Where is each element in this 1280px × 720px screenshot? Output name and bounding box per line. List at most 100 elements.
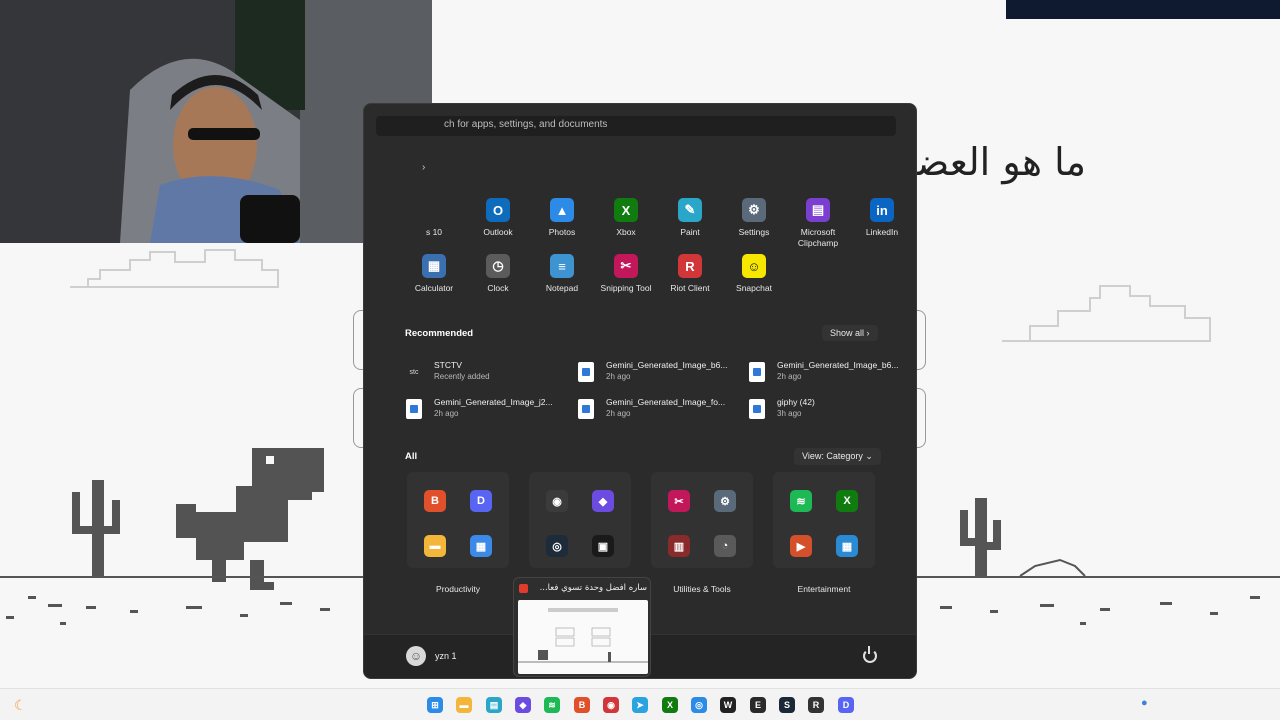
moon-icon[interactable]: ☾	[14, 697, 27, 714]
pinned-app-label: LinkedIn	[865, 227, 899, 237]
wolf-app-icon[interactable]: W	[720, 697, 736, 713]
pinned-app-notepad[interactable]: ≡ Notepad	[530, 254, 594, 294]
pinned-app-label: Xbox	[616, 227, 636, 237]
file-explorer-icon: ▬	[424, 535, 446, 557]
recommended-item-time: 2h ago	[606, 372, 631, 381]
preview-window-title: ساره افضل وحدة تسوي فعا...	[539, 583, 647, 593]
game-bar-icon: ▦	[836, 535, 858, 557]
clock-icon: ◷	[486, 254, 510, 278]
photos-icon: ▲	[550, 198, 574, 222]
recommended-item-name: Gemini_Generated_Image_fo...	[606, 397, 726, 407]
discord-taskbar-icon[interactable]: D	[838, 697, 854, 713]
cactus-right	[960, 498, 1001, 578]
start-search-box[interactable]: ch for apps, settings, and documents	[376, 116, 896, 136]
pinned-app-riot-client[interactable]: R Riot Client	[658, 254, 722, 294]
recommended-item-time: 3h ago	[777, 409, 802, 418]
google-apps-icon: ▦	[470, 535, 492, 557]
recommended-item-name: STCTV	[434, 360, 462, 370]
linkedin-icon: in	[870, 198, 894, 222]
obs-icon: ◉	[546, 490, 568, 512]
pinned-app-snipping-tool[interactable]: ✂ Snipping Tool	[594, 254, 658, 294]
pinned-app-photos[interactable]: ▲ Photos	[530, 198, 594, 238]
power-icon[interactable]	[863, 646, 877, 663]
winrar-icon: ▥	[668, 535, 690, 557]
recommended-item-time: 2h ago	[777, 372, 802, 381]
category-folder-label: Utilities & Tools	[673, 584, 731, 594]
snipping-icon: ✂	[668, 490, 690, 512]
file-explorer-taskbar-icon[interactable]: ▬	[456, 697, 472, 713]
recommended-item[interactable]: stc STCTV Recently added	[406, 358, 566, 386]
paint-icon: ✎	[678, 198, 702, 222]
recommended-item[interactable]: Gemini_Generated_Image_b6... 2h ago	[578, 358, 738, 386]
pinned-app-clock[interactable]: ◷ Clock	[466, 254, 530, 294]
pinned-app-microsoft-clipchamp[interactable]: ▤ Microsoft Clipchamp	[786, 198, 850, 249]
recommended-item[interactable]: giphy (42) 3h ago	[749, 395, 909, 423]
category-folder[interactable]: ≋ X ▶ ▦	[773, 472, 875, 568]
lunar-icon[interactable]: ◉	[603, 697, 619, 713]
user-name[interactable]: yzn 1	[435, 651, 457, 661]
recommended-item-time: 2h ago	[606, 409, 631, 418]
riot-taskbar-icon[interactable]: R	[808, 697, 824, 713]
pinned-app-settings[interactable]: ⚙ Settings	[722, 198, 786, 238]
view-category-button[interactable]: View: Category ⌄	[794, 448, 881, 465]
preview-thumbnail	[518, 600, 648, 674]
microphone-icon[interactable]: ●	[1141, 697, 1148, 709]
steam-icon[interactable]: S	[779, 697, 795, 713]
spotify-taskbar-icon[interactable]: ≋	[544, 697, 560, 713]
recommended-item-name: Gemini_Generated_Image_b6...	[777, 360, 899, 370]
pinned-app-label: Snipping Tool	[600, 283, 652, 293]
store-icon[interactable]: ▤	[486, 697, 502, 713]
view-category-label: View: Category	[802, 451, 863, 461]
telegram-icon[interactable]: ➤	[632, 697, 648, 713]
category-folder[interactable]: B D ▬ ▦	[407, 472, 509, 568]
xbox-taskbar-icon[interactable]: X	[662, 697, 678, 713]
recommended-item[interactable]: Gemini_Generated_Image_j2... 2h ago	[406, 395, 566, 423]
category-folder-label: Entertainment	[797, 584, 851, 594]
taskbar-window-preview[interactable]: ساره افضل وحدة تسوي فعا...	[513, 577, 651, 677]
cloud-right	[1002, 285, 1211, 342]
pinned-app-label: Microsoft Clipchamp	[797, 227, 839, 248]
user-avatar-icon[interactable]: ☺	[406, 646, 426, 666]
outlook-icon: O	[486, 198, 510, 222]
snipping-tool-icon: ✂	[614, 254, 638, 278]
camera-app-icon: ◎	[546, 535, 568, 557]
image-file-icon	[749, 399, 765, 419]
pinned-app-snapchat[interactable]: ☺ Snapchat	[722, 254, 786, 294]
all-apps-heading: All	[405, 451, 418, 462]
start-icon[interactable]: ⊞	[427, 697, 443, 713]
pinned-app-label: Paint	[680, 227, 700, 237]
pinned-app-calculator[interactable]: ▦ Calculator	[402, 254, 466, 294]
cactus-left	[72, 480, 120, 576]
epic-games-icon[interactable]: E	[750, 697, 766, 713]
control-panel-icon: ◔	[714, 535, 736, 557]
pinned-marker-icon: ›	[422, 162, 426, 173]
recommended-item-time: 2h ago	[434, 409, 459, 418]
search-input[interactable]: ch for apps, settings, and documents	[444, 119, 607, 130]
category-folder[interactable]: ✂ ⚙ ▥ ◔	[651, 472, 753, 568]
pinned-app-paint[interactable]: ✎ Paint	[658, 198, 722, 238]
discord-icon: D	[470, 490, 492, 512]
pinned-app-outlook[interactable]: O Outlook	[466, 198, 530, 238]
media-player-icon: ▶	[790, 535, 812, 557]
pinned-app-xbox[interactable]: X Xbox	[594, 198, 658, 238]
pinned-app-linkedin[interactable]: in LinkedIn	[850, 198, 914, 238]
nvidia-icon: ▣	[592, 535, 614, 557]
pinned-app-label: Settings	[738, 227, 770, 237]
show-all-button[interactable]: Show all ›	[822, 325, 878, 341]
pinned-app-label: Riot Client	[670, 283, 710, 293]
chevron-right-icon: ›	[866, 328, 870, 338]
photos-taskbar-icon[interactable]: ◎	[691, 697, 707, 713]
pinned-app-partial[interactable]: s 10	[402, 198, 466, 238]
pinned-app-label: Notepad	[545, 283, 579, 293]
category-folder[interactable]: ◉ ◆ ◎ ▣	[529, 472, 631, 568]
image-file-icon	[749, 362, 765, 382]
recommended-item[interactable]: Gemini_Generated_Image_b6... 2h ago	[749, 358, 909, 386]
brave-icon: B	[424, 490, 446, 512]
brave-preview-icon	[519, 584, 528, 593]
settings-icon: ⚙	[742, 198, 766, 222]
xbox-folder-icon: X	[836, 490, 858, 512]
recommended-item[interactable]: Gemini_Generated_Image_fo... 2h ago	[578, 395, 738, 423]
pinned-app-label: s 10	[425, 227, 443, 237]
editor-taskbar-icon[interactable]: ◆	[515, 697, 531, 713]
brave-taskbar-icon[interactable]: B	[574, 697, 590, 713]
